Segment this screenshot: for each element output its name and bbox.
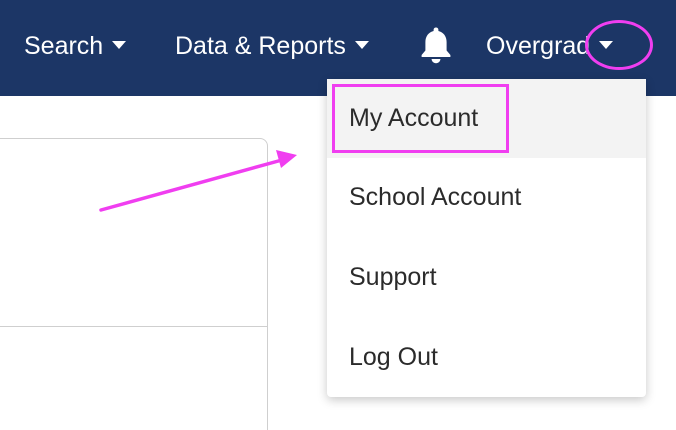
user-menu-toggle[interactable]: Overgrad xyxy=(486,30,614,62)
bell-icon[interactable] xyxy=(418,26,454,64)
caret-down-icon xyxy=(112,41,127,49)
user-name-label: Overgrad xyxy=(486,31,591,60)
content-panel xyxy=(0,138,268,430)
caret-down-icon xyxy=(354,41,369,49)
panel-divider xyxy=(0,326,267,327)
menu-item-label: My Account xyxy=(349,104,479,132)
menu-item-my-account[interactable]: My Account xyxy=(327,79,646,158)
menu-item-label: School Account xyxy=(349,183,522,211)
menu-item-log-out[interactable]: Log Out xyxy=(327,318,646,397)
nav-search-menu[interactable]: Search xyxy=(24,30,127,62)
menu-item-label: Support xyxy=(349,263,437,291)
menu-item-support[interactable]: Support xyxy=(327,238,646,317)
page: Search Data & Reports Overgrad My Accoun… xyxy=(0,0,676,430)
nav-data-reports-label: Data & Reports xyxy=(175,31,346,60)
nav-search-label: Search xyxy=(24,31,104,60)
menu-item-label: Log Out xyxy=(349,343,438,371)
caret-down-icon[interactable] xyxy=(599,41,614,49)
user-dropdown-menu: My Account School Account Support Log Ou… xyxy=(327,79,646,397)
nav-data-reports-menu[interactable]: Data & Reports xyxy=(175,30,369,62)
menu-item-school-account[interactable]: School Account xyxy=(327,158,646,237)
